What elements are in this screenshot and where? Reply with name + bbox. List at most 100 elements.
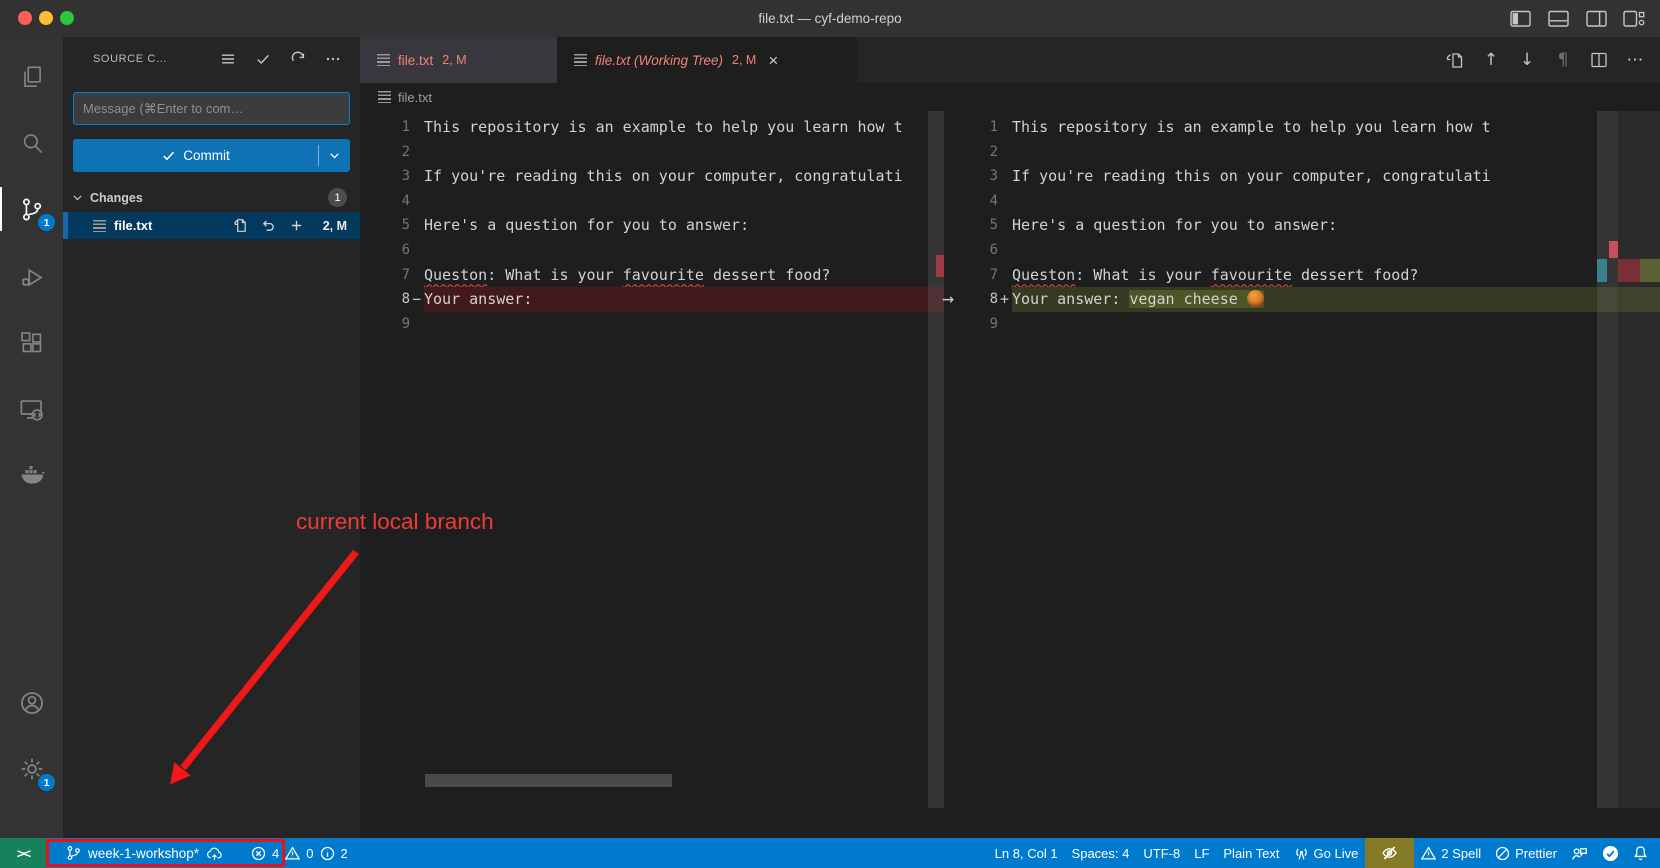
code-line[interactable]: 4 xyxy=(958,189,1660,214)
problems-status-item[interactable]: 4 0 2 xyxy=(244,838,355,868)
remote-window-indicator[interactable]: >< xyxy=(0,838,47,868)
error-count: 4 xyxy=(272,846,279,861)
info-icon xyxy=(320,846,335,861)
text-file-icon xyxy=(574,54,587,66)
overview-error-mark xyxy=(1609,241,1618,258)
toggle-panel-icon[interactable] xyxy=(1546,7,1570,31)
code-line[interactable]: 2 xyxy=(958,140,1660,165)
toggle-secondary-sidebar-icon[interactable] xyxy=(1584,7,1608,31)
eol-item[interactable]: LF xyxy=(1187,838,1216,868)
tab-label: file.txt (Working Tree) xyxy=(595,53,723,68)
warning-count: 0 xyxy=(306,846,313,861)
check-status-item[interactable] xyxy=(1595,838,1626,868)
annotation-label: current local branch xyxy=(296,509,494,535)
warning-icon xyxy=(285,846,300,861)
commit-button[interactable]: Commit xyxy=(73,139,350,172)
visibility-off-item[interactable] xyxy=(1365,838,1414,868)
changed-file-row[interactable]: file.txt 2, M xyxy=(63,212,360,239)
tab-label: file.txt xyxy=(398,53,433,68)
code-line[interactable]: 9 xyxy=(360,312,944,337)
spell-checker-item[interactable]: 2 Spell xyxy=(1414,838,1488,868)
accounts-icon[interactable] xyxy=(0,677,63,729)
toggle-whitespace-icon[interactable]: ¶ xyxy=(1550,47,1576,73)
prettier-item[interactable]: Prettier xyxy=(1488,838,1564,868)
code-line[interactable]: 3If you're reading this on your computer… xyxy=(360,164,944,189)
customize-layout-icon[interactable] xyxy=(1622,7,1646,31)
code-line[interactable]: 5Here's a question for you to answer: xyxy=(958,213,1660,238)
tab-badge: 2, M xyxy=(442,53,466,67)
close-icon[interactable]: × xyxy=(768,52,778,69)
commit-message-input[interactable] xyxy=(73,92,350,125)
changes-label: Changes xyxy=(90,191,143,205)
refresh-icon[interactable] xyxy=(289,50,307,68)
code-line[interactable]: 1This repository is an example to help y… xyxy=(360,115,944,140)
view-as-list-icon[interactable] xyxy=(219,50,237,68)
code-line[interactable]: 7Queston: What is your favourite dessert… xyxy=(360,263,944,288)
code-line[interactable]: 5Here's a question for you to answer: xyxy=(360,213,944,238)
search-icon[interactable] xyxy=(0,117,63,169)
tab-file-txt-working-tree[interactable]: file.txt (Working Tree) 2, M × xyxy=(557,37,857,83)
code-line[interactable]: 3If you're reading this on your computer… xyxy=(958,164,1660,189)
code-line[interactable]: 9 xyxy=(958,312,1660,337)
diff-editor-original[interactable]: 1This repository is an example to help y… xyxy=(360,111,944,808)
previous-change-icon[interactable]: ↑ xyxy=(1478,47,1504,73)
go-live-item[interactable]: Go Live xyxy=(1287,838,1366,868)
code-line[interactable]: 6 xyxy=(360,238,944,263)
deleted-code-line[interactable]: 8−Your answer: xyxy=(360,287,944,312)
vscode-window: file.txt — cyf-demo-repo 1 xyxy=(0,0,1660,868)
remote-explorer-icon[interactable] xyxy=(0,383,63,435)
warning-icon xyxy=(1421,846,1436,861)
open-file-icon[interactable] xyxy=(232,217,249,234)
status-bar: >< week-1-workshop* 4 0 2 Ln 8, Col 1 Sp… xyxy=(0,838,1660,868)
editor-tab-bar: file.txt 2, M file.txt (Working Tree) 2,… xyxy=(360,37,1660,83)
diff-overview-ruler xyxy=(1618,111,1660,808)
changes-section-header[interactable]: Changes 1 xyxy=(63,185,360,210)
left-pane-scrollbar[interactable] xyxy=(928,111,944,808)
language-mode-item[interactable]: Plain Text xyxy=(1216,838,1286,868)
horizontal-scrollbar[interactable] xyxy=(425,774,672,787)
stage-changes-icon[interactable] xyxy=(288,217,305,234)
code-line[interactable]: 6 xyxy=(958,238,1660,263)
toggle-sidebar-icon[interactable] xyxy=(1508,7,1532,31)
activity-bar: 1 1 xyxy=(0,37,63,838)
code-line[interactable]: 2 xyxy=(360,140,944,165)
tab-badge: 2, M xyxy=(732,53,756,67)
next-change-icon[interactable]: ↓ xyxy=(1514,47,1540,73)
code-line[interactable]: 1This repository is an example to help y… xyxy=(958,115,1660,140)
source-control-icon[interactable]: 1 xyxy=(0,183,63,235)
docker-icon[interactable] xyxy=(0,449,63,501)
indentation-item[interactable]: Spaces: 4 xyxy=(1065,838,1137,868)
file-problems-badge: 2, M xyxy=(323,219,347,233)
commit-check-icon[interactable] xyxy=(254,50,272,68)
ruler-deleted-mark xyxy=(1618,259,1640,282)
window-title: file.txt — cyf-demo-repo xyxy=(0,0,1660,37)
tab-file-txt[interactable]: file.txt 2, M xyxy=(360,37,557,83)
added-code-line[interactable]: 8+Your answer: vegan cheese 🧀 xyxy=(958,287,1660,312)
code-line[interactable]: 7Queston: What is your favourite dessert… xyxy=(958,263,1660,288)
overview-deleted-mark xyxy=(936,255,944,277)
encoding-item[interactable]: UTF-8 xyxy=(1136,838,1187,868)
more-actions-icon[interactable] xyxy=(324,50,342,68)
cursor-position-item[interactable]: Ln 8, Col 1 xyxy=(988,838,1065,868)
extensions-icon[interactable] xyxy=(0,317,63,369)
commit-dropdown-button[interactable] xyxy=(319,149,350,162)
commit-button-label: Commit xyxy=(183,148,230,163)
settings-gear-icon[interactable]: 1 xyxy=(0,743,63,795)
discard-changes-icon[interactable] xyxy=(260,217,277,234)
code-line[interactable]: 4 xyxy=(360,189,944,214)
right-pane-scrollbar[interactable] xyxy=(1597,111,1618,808)
run-and-debug-icon[interactable] xyxy=(0,251,63,303)
branch-status-item[interactable]: week-1-workshop* xyxy=(59,838,230,868)
text-file-icon xyxy=(93,220,106,232)
explorer-icon[interactable] xyxy=(0,51,63,103)
broadcast-icon xyxy=(1294,846,1309,861)
feedback-item[interactable] xyxy=(1564,838,1595,868)
more-actions-icon[interactable]: ⋯ xyxy=(1622,47,1648,73)
diff-editor-modified[interactable]: 1This repository is an example to help y… xyxy=(958,111,1660,808)
notifications-item[interactable] xyxy=(1626,838,1660,868)
check-circle-icon xyxy=(1602,845,1619,862)
ruler-added-mark xyxy=(1640,259,1660,282)
open-changes-icon[interactable] xyxy=(1442,47,1468,73)
breadcrumb[interactable]: file.txt xyxy=(360,83,1660,111)
split-editor-icon[interactable] xyxy=(1586,47,1612,73)
